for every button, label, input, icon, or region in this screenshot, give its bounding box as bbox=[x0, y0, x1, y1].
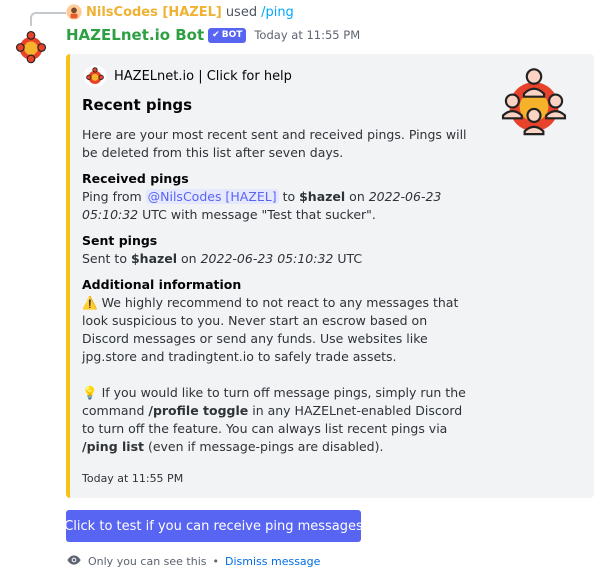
ephemeral-text: Only you can see this bbox=[88, 555, 207, 568]
sent-prefix: Sent to bbox=[82, 251, 127, 266]
tip-command-profile-toggle: /profile toggle bbox=[148, 403, 249, 418]
reply-context: NilsCodes [HAZEL] used /ping bbox=[66, 3, 294, 21]
received-suffix: UTC with message "Test that sucker". bbox=[142, 207, 376, 222]
field-received-name: Received pings bbox=[82, 171, 189, 186]
received-handle: $hazel bbox=[299, 189, 346, 204]
author-icon bbox=[84, 65, 106, 87]
field-sent-value: Sent to $hazel on 2022-06-23 05:10:32 UT… bbox=[82, 250, 472, 268]
embed-thumbnail[interactable] bbox=[498, 65, 570, 137]
embed: HAZELnet.io | Click for help Recent ping… bbox=[66, 54, 594, 498]
sent-on: on bbox=[181, 251, 197, 266]
message-header: HAZELnet.io Bot ✔ BOT Today at 11:55 PM bbox=[66, 24, 360, 46]
bot-avatar[interactable] bbox=[12, 27, 50, 65]
dismiss-message-link[interactable]: Dismiss message bbox=[225, 555, 320, 568]
field-warning: ⚠️ We highly recommend to not react to a… bbox=[82, 294, 472, 366]
tip-command-ping-list: /ping list bbox=[82, 439, 144, 454]
message-timestamp: Today at 11:55 PM bbox=[254, 28, 361, 42]
ephemeral-separator: • bbox=[212, 555, 220, 568]
embed-author[interactable]: HAZELnet.io | Click for help bbox=[84, 65, 292, 87]
received-on: on bbox=[349, 189, 365, 204]
sent-suffix: UTC bbox=[337, 251, 363, 266]
embed-title: Recent pings bbox=[82, 96, 193, 114]
tip-part3: (even if message-pings are disabled). bbox=[147, 439, 384, 454]
warning-text: We highly recommend to not react to any … bbox=[82, 295, 459, 364]
received-to: to bbox=[282, 189, 296, 204]
author-name[interactable]: HAZELnet.io | Click for help bbox=[114, 69, 292, 84]
bot-badge-label: BOT bbox=[221, 30, 243, 40]
embed-description: Here are your most recent sent and recei… bbox=[82, 127, 467, 160]
warning-icon: ⚠️ bbox=[82, 295, 98, 310]
embed-footer-timestamp: Today at 11:55 PM bbox=[82, 472, 184, 485]
user-mention[interactable]: @NilsCodes [HAZEL] bbox=[145, 189, 279, 204]
bot-name[interactable]: HAZELnet.io Bot bbox=[66, 26, 204, 44]
reply-user-avatar[interactable] bbox=[66, 4, 82, 20]
received-prefix: Ping from bbox=[82, 189, 142, 204]
reply-username[interactable]: NilsCodes [HAZEL] bbox=[86, 5, 222, 20]
field-received-value: Ping from @NilsCodes [HAZEL] to $hazel o… bbox=[82, 188, 472, 224]
sent-date: 2022-06-23 05:10:32 bbox=[200, 251, 334, 266]
ephemeral-notice: Only you can see this • Dismiss message bbox=[66, 554, 320, 569]
reply-command[interactable]: /ping bbox=[261, 5, 294, 20]
field-sent-name: Sent pings bbox=[82, 233, 158, 248]
field-additional-name: Additional information bbox=[82, 277, 242, 292]
lightbulb-icon: 💡 bbox=[82, 385, 98, 400]
eye-icon bbox=[66, 554, 82, 569]
field-tip: 💡 If you would like to turn off message … bbox=[82, 384, 472, 456]
bot-badge: ✔ BOT bbox=[208, 27, 247, 43]
test-ping-button[interactable]: Click to test if you can receive ping me… bbox=[64, 510, 363, 542]
reply-action: used bbox=[225, 4, 258, 20]
reply-connector-line bbox=[30, 12, 66, 26]
check-icon: ✔ bbox=[212, 30, 220, 40]
embed-body: Here are your most recent sent and recei… bbox=[82, 126, 472, 456]
sent-handle: $hazel bbox=[130, 251, 178, 266]
